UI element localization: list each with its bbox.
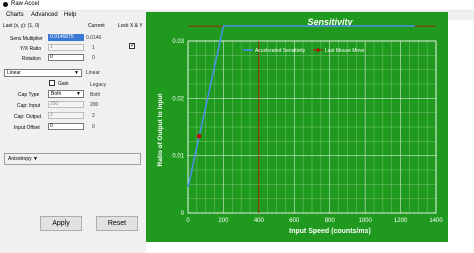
x-tick-label: 200 [218,218,229,224]
input-offset-label: Input Offset [14,125,40,131]
rotation-current: 0 [92,55,95,61]
cap-input-field[interactable]: 200 [48,101,84,108]
x-tick-label: 600 [289,218,300,224]
plot-area: 0 200 400 600 800 1000 1200 1400 0 0.01 0.02 0.03 Ac… [172,25,443,224]
menu-advanced[interactable]: Advanced [31,12,58,18]
anisotropy-toggle[interactable]: Anisotropy ▼ [4,153,141,165]
lock-xy-label: Lock X & Y [118,23,143,29]
y-tick-label: 0.01 [172,154,184,160]
y-tick-label: 0 [181,211,185,217]
yx-ratio-label: Y/X Ratio [20,46,42,52]
app-icon [3,2,8,7]
cap-output-current: 2 [92,113,95,119]
window-title: Raw Accel [11,1,40,7]
sens-multiplier-current: 0.0146 [86,35,102,41]
x-axis-label: Input Speed (counts/ms) [289,228,371,235]
yx-ratio-input[interactable]: 1 [48,44,84,51]
legacy-label: Legacy [90,82,107,88]
x-tick-label: 400 [254,218,265,224]
cap-input-label: Cap: Input [17,103,41,109]
last-xy-readout: Last (x, y): (1, 0) [3,23,40,29]
cap-type-select[interactable]: Both ▼ [48,90,84,98]
settings-panel: Last (x, y): (1, 0) Current Lock X & Y S… [0,20,146,253]
current-header: Current [88,23,105,29]
rotation-input[interactable]: 0 [48,54,84,61]
sensitivity-chart: Sensitivity 0 200 400 600 800 1000 1200 1400 0 0.… [146,12,448,242]
cap-type-current: Both [90,92,101,98]
menu-help[interactable]: Help [64,12,76,18]
y-axis-label: Ratio of Output to Input [157,93,164,167]
x-tick-label: 1000 [358,218,372,224]
cap-input-current: 200 [90,102,99,108]
input-offset-field[interactable]: 0 [48,123,84,130]
mode-select-value: Linear [7,70,21,76]
x-tick-label: 0 [186,218,190,224]
cap-type-label: Cap Type [18,92,40,98]
chevron-down-icon: ▼ [76,91,81,97]
legend-label-last-move: Last Mouse Move [325,48,365,54]
menu-charts[interactable]: Charts [6,12,24,18]
input-offset-current: 0 [92,124,95,130]
x-tick-label: 1400 [429,218,443,224]
legend-label-accelerated: Accelerated Sensitivity [255,48,306,54]
mode-select[interactable]: Linear ▼ [4,69,82,77]
mode-current: Linear [86,70,100,76]
gain-checkbox[interactable] [49,80,55,86]
x-tick-label: 800 [325,218,336,224]
title-bar: Raw Accel [0,0,474,11]
apply-button[interactable]: Apply [40,216,82,231]
sens-multiplier-input[interactable]: 0.0146875 [48,34,84,41]
chevron-down-icon: ▼ [74,70,79,76]
gain-label: Gain [58,81,69,87]
cap-type-select-value: Both [51,91,62,97]
lock-xy-checkbox[interactable]: ✓ [129,43,135,49]
reset-button[interactable]: Reset [96,216,138,231]
cap-output-label: Cap: Output [14,114,41,120]
yx-ratio-current: 1 [92,45,95,51]
sens-multiplier-label: Sens Multiplier [10,36,43,42]
chart-svg: Sensitivity 0 200 400 600 800 1000 1200 140000.… [157,17,443,235]
y-tick-label: 0.02 [172,96,184,102]
legend-swatch-last-move-dot [316,48,320,52]
y-tick-label: 0.03 [172,39,184,45]
cap-output-field[interactable]: 2 [48,112,84,119]
x-tick-label: 1200 [394,218,408,224]
last-mouse-move-point [196,133,202,139]
rotation-label: Rotation [22,56,41,62]
